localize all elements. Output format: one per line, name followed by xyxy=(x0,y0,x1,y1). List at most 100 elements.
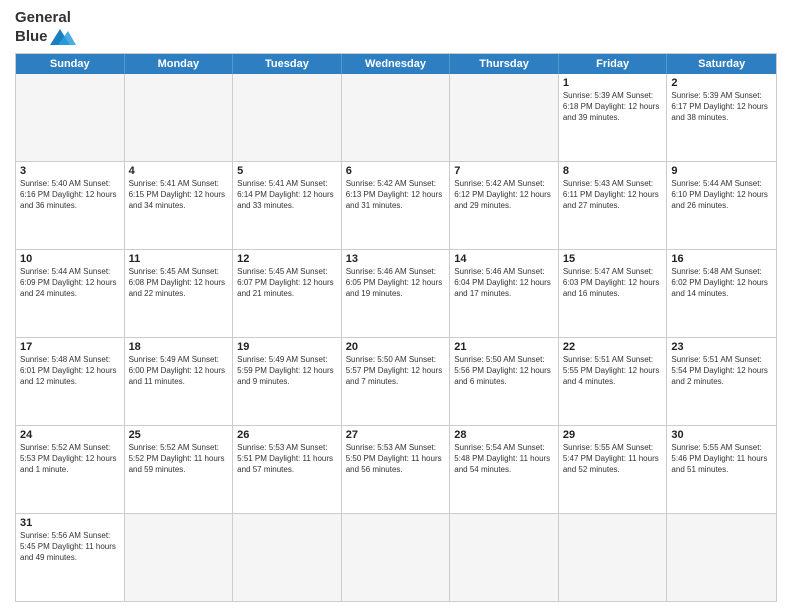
day-info: Sunrise: 5:41 AM Sunset: 6:15 PM Dayligh… xyxy=(129,178,229,212)
day-info: Sunrise: 5:44 AM Sunset: 6:09 PM Dayligh… xyxy=(20,266,120,300)
day-cell-19: 19Sunrise: 5:49 AM Sunset: 5:59 PM Dayli… xyxy=(233,338,342,425)
day-number: 11 xyxy=(129,253,229,265)
day-cell-15: 15Sunrise: 5:47 AM Sunset: 6:03 PM Dayli… xyxy=(559,250,668,337)
week-row-1: 3Sunrise: 5:40 AM Sunset: 6:16 PM Daylig… xyxy=(16,161,776,249)
day-cell-11: 11Sunrise: 5:45 AM Sunset: 6:08 PM Dayli… xyxy=(125,250,234,337)
day-cell-8: 8Sunrise: 5:43 AM Sunset: 6:11 PM Daylig… xyxy=(559,162,668,249)
day-cell-3: 3Sunrise: 5:40 AM Sunset: 6:16 PM Daylig… xyxy=(16,162,125,249)
day-number: 28 xyxy=(454,429,554,441)
logo-general: General xyxy=(15,10,76,27)
day-number: 4 xyxy=(129,165,229,177)
logo-icon xyxy=(50,27,76,47)
calendar-header: SundayMondayTuesdayWednesdayThursdayFrid… xyxy=(16,54,776,74)
day-header-tuesday: Tuesday xyxy=(233,54,342,74)
day-info: Sunrise: 5:52 AM Sunset: 5:52 PM Dayligh… xyxy=(129,442,229,476)
day-number: 26 xyxy=(237,429,337,441)
day-header-wednesday: Wednesday xyxy=(342,54,451,74)
day-cell-2: 2Sunrise: 5:39 AM Sunset: 6:17 PM Daylig… xyxy=(667,74,776,161)
day-cell-29: 29Sunrise: 5:55 AM Sunset: 5:47 PM Dayli… xyxy=(559,426,668,513)
day-number: 13 xyxy=(346,253,446,265)
day-number: 15 xyxy=(563,253,663,265)
day-number: 3 xyxy=(20,165,120,177)
day-info: Sunrise: 5:44 AM Sunset: 6:10 PM Dayligh… xyxy=(671,178,772,212)
day-number: 9 xyxy=(671,165,772,177)
day-cell-empty xyxy=(667,514,776,601)
day-info: Sunrise: 5:45 AM Sunset: 6:08 PM Dayligh… xyxy=(129,266,229,300)
calendar-body: 1Sunrise: 5:39 AM Sunset: 6:18 PM Daylig… xyxy=(16,74,776,602)
logo: General Blue xyxy=(15,10,76,47)
day-cell-18: 18Sunrise: 5:49 AM Sunset: 6:00 PM Dayli… xyxy=(125,338,234,425)
day-cell-17: 17Sunrise: 5:48 AM Sunset: 6:01 PM Dayli… xyxy=(16,338,125,425)
day-cell-empty xyxy=(233,74,342,161)
day-number: 7 xyxy=(454,165,554,177)
day-info: Sunrise: 5:48 AM Sunset: 6:02 PM Dayligh… xyxy=(671,266,772,300)
day-number: 22 xyxy=(563,341,663,353)
day-cell-empty xyxy=(450,514,559,601)
week-row-5: 31Sunrise: 5:56 AM Sunset: 5:45 PM Dayli… xyxy=(16,513,776,601)
day-cell-13: 13Sunrise: 5:46 AM Sunset: 6:05 PM Dayli… xyxy=(342,250,451,337)
day-info: Sunrise: 5:51 AM Sunset: 5:54 PM Dayligh… xyxy=(671,354,772,388)
day-info: Sunrise: 5:48 AM Sunset: 6:01 PM Dayligh… xyxy=(20,354,120,388)
day-cell-26: 26Sunrise: 5:53 AM Sunset: 5:51 PM Dayli… xyxy=(233,426,342,513)
day-number: 30 xyxy=(671,429,772,441)
day-cell-22: 22Sunrise: 5:51 AM Sunset: 5:55 PM Dayli… xyxy=(559,338,668,425)
day-header-thursday: Thursday xyxy=(450,54,559,74)
day-cell-empty xyxy=(450,74,559,161)
day-number: 18 xyxy=(129,341,229,353)
day-number: 6 xyxy=(346,165,446,177)
day-cell-empty xyxy=(125,74,234,161)
day-number: 20 xyxy=(346,341,446,353)
day-info: Sunrise: 5:47 AM Sunset: 6:03 PM Dayligh… xyxy=(563,266,663,300)
day-number: 23 xyxy=(671,341,772,353)
day-number: 25 xyxy=(129,429,229,441)
day-number: 16 xyxy=(671,253,772,265)
day-number: 1 xyxy=(563,77,663,89)
logo-blue-text: Blue xyxy=(15,28,48,45)
day-cell-5: 5Sunrise: 5:41 AM Sunset: 6:14 PM Daylig… xyxy=(233,162,342,249)
day-number: 24 xyxy=(20,429,120,441)
header: General Blue xyxy=(15,10,777,47)
calendar: SundayMondayTuesdayWednesdayThursdayFrid… xyxy=(15,53,777,603)
day-cell-empty xyxy=(342,514,451,601)
day-info: Sunrise: 5:42 AM Sunset: 6:12 PM Dayligh… xyxy=(454,178,554,212)
week-row-4: 24Sunrise: 5:52 AM Sunset: 5:53 PM Dayli… xyxy=(16,425,776,513)
day-info: Sunrise: 5:49 AM Sunset: 6:00 PM Dayligh… xyxy=(129,354,229,388)
day-cell-24: 24Sunrise: 5:52 AM Sunset: 5:53 PM Dayli… xyxy=(16,426,125,513)
day-cell-1: 1Sunrise: 5:39 AM Sunset: 6:18 PM Daylig… xyxy=(559,74,668,161)
day-info: Sunrise: 5:43 AM Sunset: 6:11 PM Dayligh… xyxy=(563,178,663,212)
day-info: Sunrise: 5:52 AM Sunset: 5:53 PM Dayligh… xyxy=(20,442,120,476)
day-cell-28: 28Sunrise: 5:54 AM Sunset: 5:48 PM Dayli… xyxy=(450,426,559,513)
day-info: Sunrise: 5:40 AM Sunset: 6:16 PM Dayligh… xyxy=(20,178,120,212)
day-cell-30: 30Sunrise: 5:55 AM Sunset: 5:46 PM Dayli… xyxy=(667,426,776,513)
day-cell-25: 25Sunrise: 5:52 AM Sunset: 5:52 PM Dayli… xyxy=(125,426,234,513)
day-number: 31 xyxy=(20,517,120,529)
day-cell-empty xyxy=(16,74,125,161)
day-header-friday: Friday xyxy=(559,54,668,74)
day-number: 29 xyxy=(563,429,663,441)
day-cell-14: 14Sunrise: 5:46 AM Sunset: 6:04 PM Dayli… xyxy=(450,250,559,337)
day-info: Sunrise: 5:50 AM Sunset: 5:57 PM Dayligh… xyxy=(346,354,446,388)
day-info: Sunrise: 5:53 AM Sunset: 5:50 PM Dayligh… xyxy=(346,442,446,476)
day-info: Sunrise: 5:55 AM Sunset: 5:47 PM Dayligh… xyxy=(563,442,663,476)
week-row-3: 17Sunrise: 5:48 AM Sunset: 6:01 PM Dayli… xyxy=(16,337,776,425)
day-cell-31: 31Sunrise: 5:56 AM Sunset: 5:45 PM Dayli… xyxy=(16,514,125,601)
day-info: Sunrise: 5:46 AM Sunset: 6:05 PM Dayligh… xyxy=(346,266,446,300)
day-header-saturday: Saturday xyxy=(667,54,776,74)
day-number: 27 xyxy=(346,429,446,441)
day-cell-10: 10Sunrise: 5:44 AM Sunset: 6:09 PM Dayli… xyxy=(16,250,125,337)
day-cell-27: 27Sunrise: 5:53 AM Sunset: 5:50 PM Dayli… xyxy=(342,426,451,513)
day-cell-21: 21Sunrise: 5:50 AM Sunset: 5:56 PM Dayli… xyxy=(450,338,559,425)
day-cell-7: 7Sunrise: 5:42 AM Sunset: 6:12 PM Daylig… xyxy=(450,162,559,249)
day-cell-empty xyxy=(125,514,234,601)
day-info: Sunrise: 5:39 AM Sunset: 6:17 PM Dayligh… xyxy=(671,90,772,124)
week-row-2: 10Sunrise: 5:44 AM Sunset: 6:09 PM Dayli… xyxy=(16,249,776,337)
day-cell-4: 4Sunrise: 5:41 AM Sunset: 6:15 PM Daylig… xyxy=(125,162,234,249)
day-cell-20: 20Sunrise: 5:50 AM Sunset: 5:57 PM Dayli… xyxy=(342,338,451,425)
day-cell-12: 12Sunrise: 5:45 AM Sunset: 6:07 PM Dayli… xyxy=(233,250,342,337)
day-cell-empty xyxy=(342,74,451,161)
day-header-monday: Monday xyxy=(125,54,234,74)
day-cell-empty xyxy=(233,514,342,601)
day-number: 12 xyxy=(237,253,337,265)
day-number: 2 xyxy=(671,77,772,89)
day-cell-6: 6Sunrise: 5:42 AM Sunset: 6:13 PM Daylig… xyxy=(342,162,451,249)
